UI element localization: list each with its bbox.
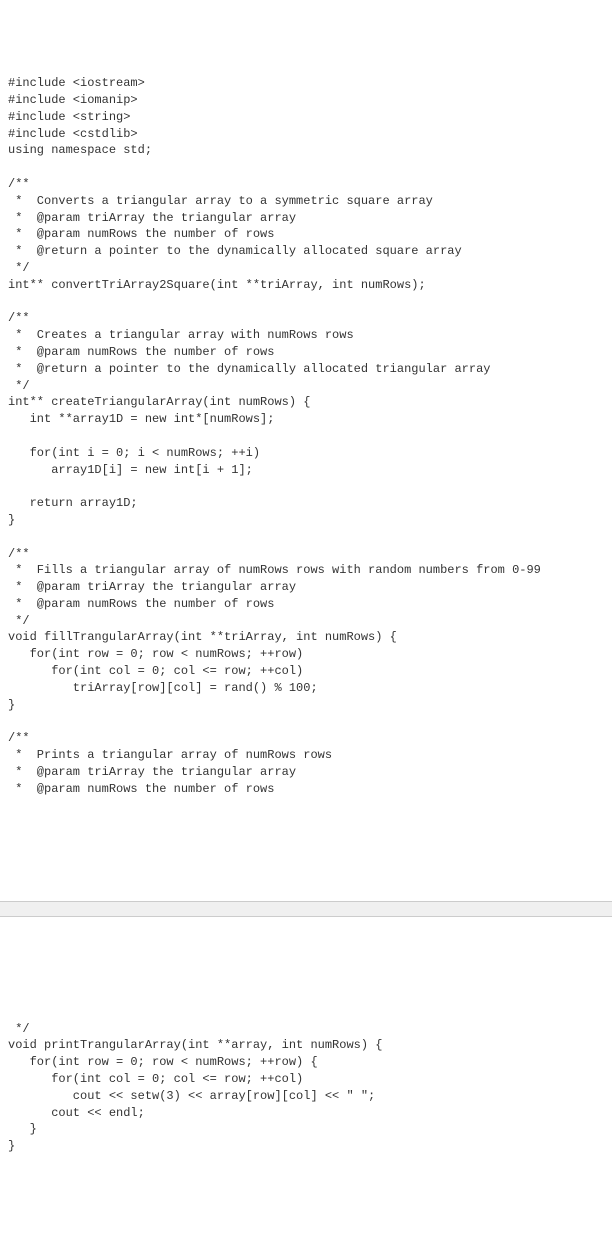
- code-section-2: */ void printTrangularArray(int **array,…: [8, 1021, 604, 1155]
- code-section-1: #include <iostream> #include <iomanip> #…: [8, 75, 604, 797]
- page-break: [0, 901, 612, 917]
